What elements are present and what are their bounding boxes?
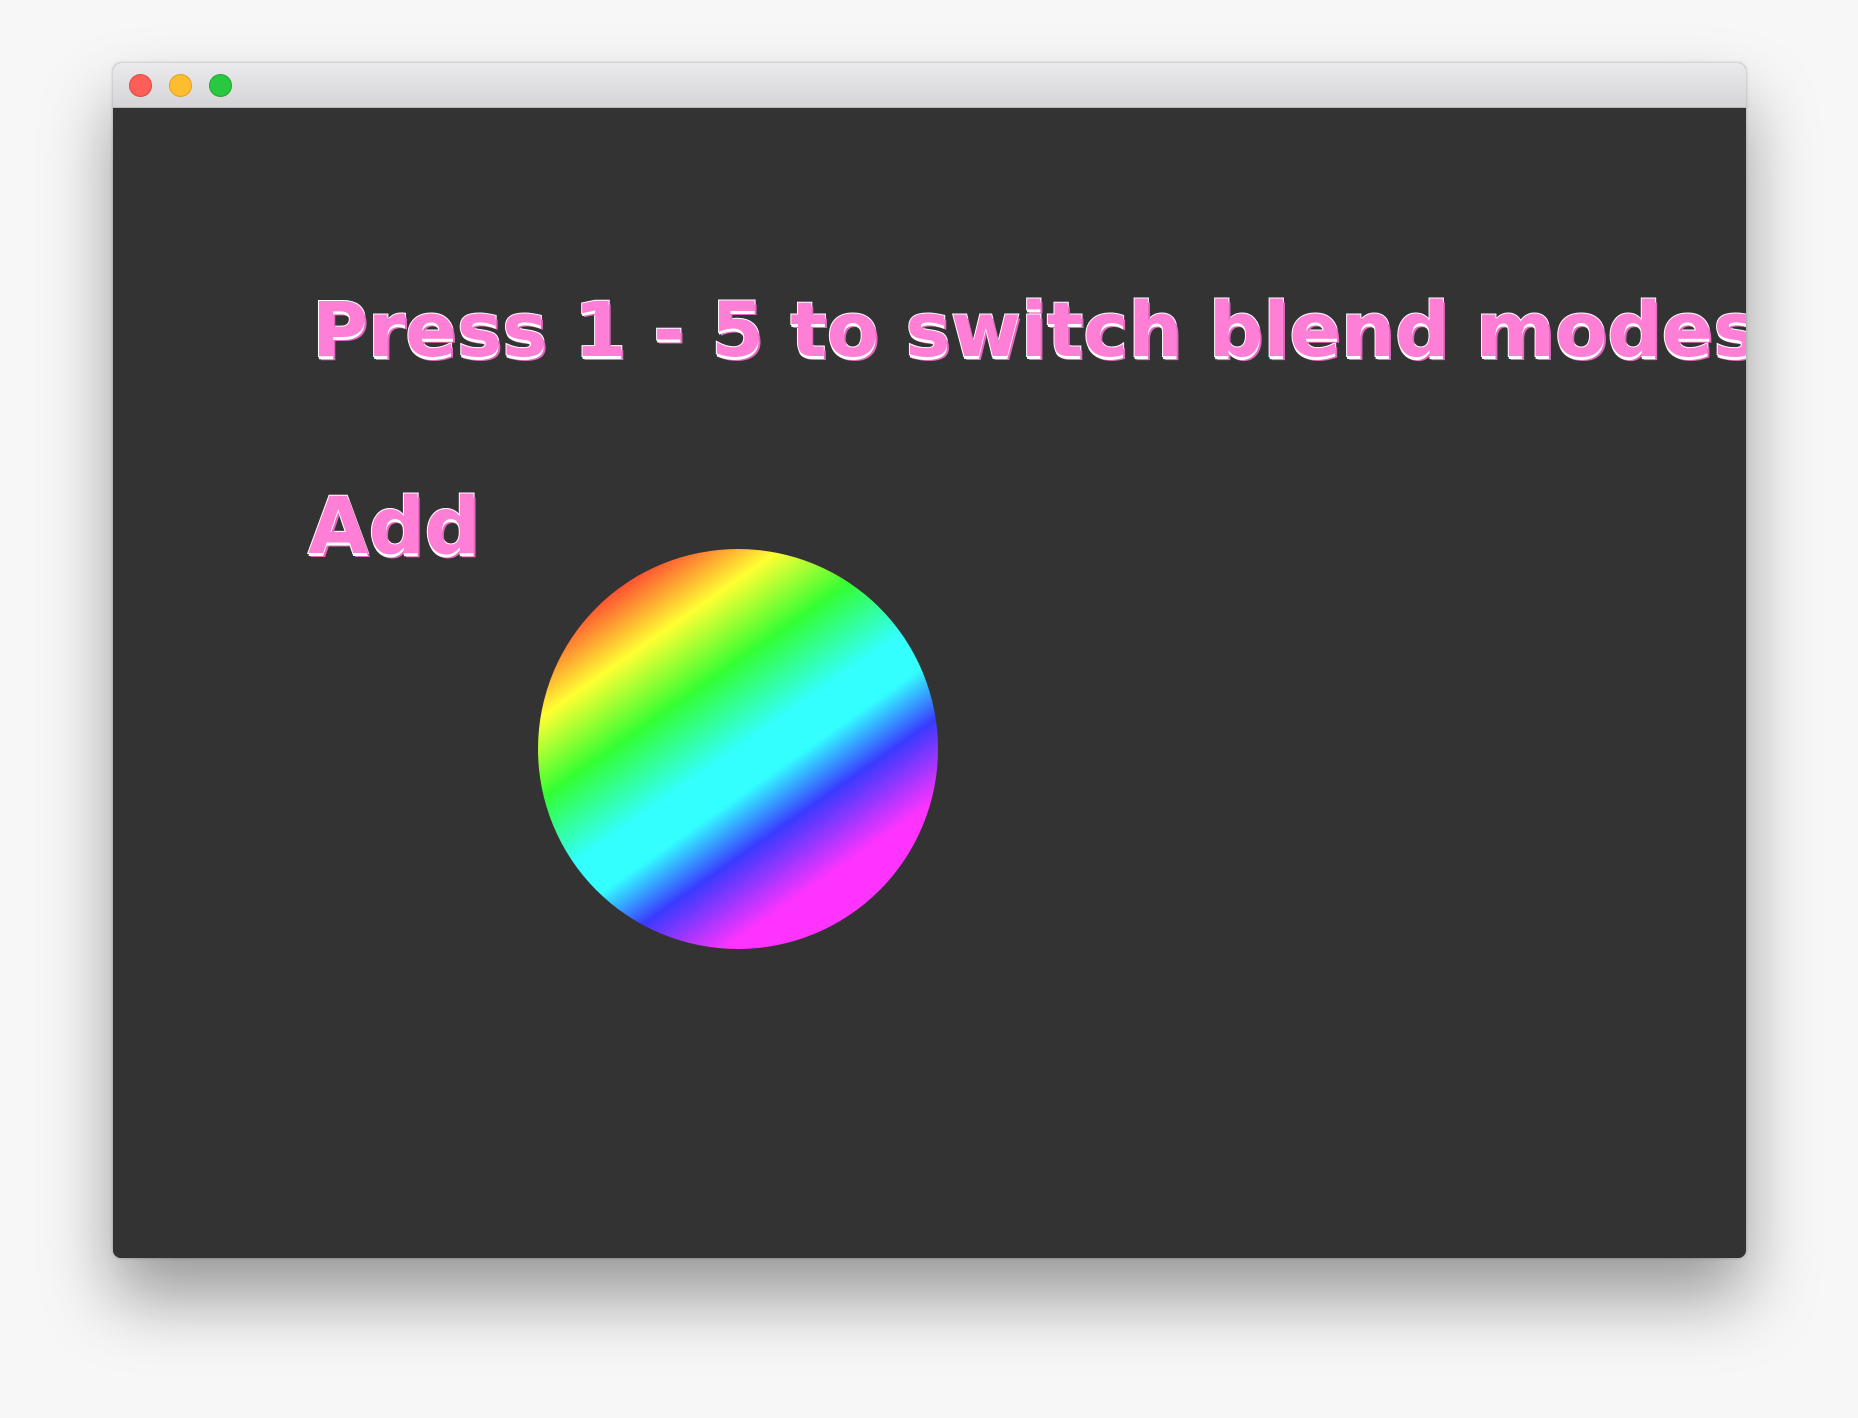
app-window: Press 1 - 5 to switch blend modes Add <box>113 63 1746 1258</box>
rainbow-circle-sprite <box>538 549 938 949</box>
close-window-button[interactable] <box>129 74 152 97</box>
minimize-window-button[interactable] <box>169 74 192 97</box>
desktop: Press 1 - 5 to switch blend modes Add <box>0 0 1858 1418</box>
instruction-text: Press 1 - 5 to switch blend modes <box>311 284 1746 375</box>
title-bar[interactable] <box>113 63 1746 108</box>
blend-mode-label: Add <box>307 481 481 573</box>
game-canvas[interactable]: Press 1 - 5 to switch blend modes Add <box>113 108 1746 1258</box>
zoom-window-button[interactable] <box>209 74 232 97</box>
